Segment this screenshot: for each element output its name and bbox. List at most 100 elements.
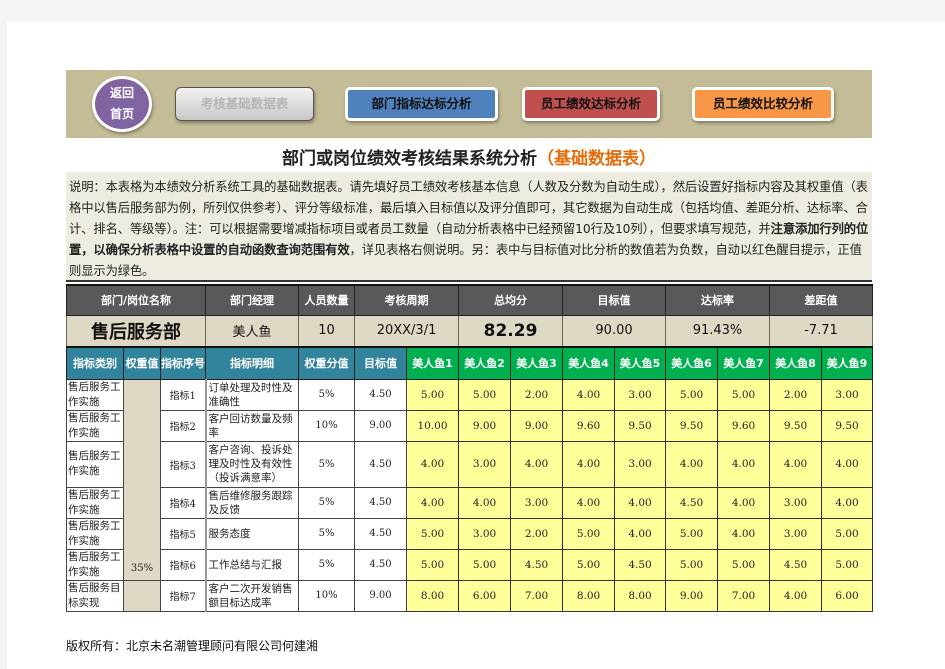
score-cell[interactable]: 4.00 <box>821 486 874 519</box>
weight-score-cell[interactable]: 10% <box>298 409 356 442</box>
category-cell[interactable]: 售后服务工作实施 <box>66 517 124 550</box>
weight-score-cell[interactable]: 10% <box>298 579 356 612</box>
score-cell[interactable]: 5.00 <box>665 517 719 550</box>
group-weight-cell[interactable] <box>123 579 161 612</box>
score-cell[interactable]: 4.00 <box>769 440 823 488</box>
score-cell[interactable]: 9.00 <box>665 579 719 612</box>
score-cell[interactable]: 4.00 <box>406 440 460 488</box>
score-cell[interactable]: 3.00 <box>614 378 667 411</box>
weight-score-cell[interactable]: 5% <box>298 548 356 581</box>
detail-cell[interactable]: 客户二次开发销售额目标达成率 <box>204 579 300 612</box>
score-cell[interactable]: 5.00 <box>717 378 771 411</box>
detail-cell[interactable]: 工作总结与汇报 <box>204 548 300 581</box>
basic-data-table-button[interactable]: 考核基础数据表 <box>175 87 314 121</box>
score-cell[interactable]: 2.00 <box>769 378 823 411</box>
score-cell[interactable]: 6.00 <box>458 579 512 612</box>
score-cell[interactable]: 9.50 <box>769 409 823 442</box>
score-cell[interactable]: 4.00 <box>614 517 667 550</box>
score-cell[interactable]: 9.50 <box>821 409 874 442</box>
score-cell[interactable]: 3.00 <box>769 517 823 550</box>
score-cell[interactable]: 9.60 <box>717 409 771 442</box>
score-cell[interactable]: 3.00 <box>458 440 512 488</box>
target-value-cell[interactable]: 9.00 <box>354 409 408 442</box>
score-cell[interactable]: 4.00 <box>562 486 616 519</box>
category-cell[interactable]: 售后服务工作实施 <box>66 409 124 442</box>
dept-target-analysis-button[interactable]: 部门指标达标分析 <box>345 87 498 121</box>
home-button[interactable]: 返回 首页 <box>92 76 152 132</box>
score-cell[interactable]: 3.00 <box>510 486 564 519</box>
score-cell[interactable]: 8.00 <box>614 579 667 612</box>
score-cell[interactable]: 5.00 <box>821 517 874 550</box>
score-cell[interactable]: 5.00 <box>717 548 771 581</box>
score-cell[interactable]: 5.00 <box>562 517 616 550</box>
weight-score-cell[interactable]: 5% <box>298 486 356 519</box>
score-cell[interactable]: 4.50 <box>665 486 719 519</box>
weight-score-cell[interactable]: 5% <box>298 440 356 488</box>
manager-cell[interactable]: 美人鱼 <box>205 314 300 348</box>
employee-compare-analysis-button[interactable]: 员工绩效比较分析 <box>692 87 834 121</box>
score-cell[interactable]: 2.00 <box>510 517 564 550</box>
score-cell[interactable]: 5.00 <box>406 548 460 581</box>
score-cell[interactable]: 7.00 <box>717 579 771 612</box>
score-cell[interactable]: 9.60 <box>562 409 616 442</box>
score-cell[interactable]: 3.00 <box>458 517 512 550</box>
score-cell[interactable]: 4.00 <box>717 517 771 550</box>
score-cell[interactable]: 4.00 <box>717 440 771 488</box>
score-cell[interactable]: 8.00 <box>406 579 460 612</box>
score-cell[interactable]: 5.00 <box>665 378 719 411</box>
dept-name-cell[interactable]: 售后服务部 <box>65 314 207 348</box>
score-cell[interactable]: 4.00 <box>614 486 667 519</box>
category-cell[interactable]: 售后服务目标实现 <box>66 579 124 612</box>
target-value-cell[interactable]: 4.50 <box>354 486 408 519</box>
category-cell[interactable]: 售后服务工作实施 <box>66 440 124 488</box>
weight-score-cell[interactable]: 5% <box>298 517 356 550</box>
detail-cell[interactable]: 服务态度 <box>204 517 300 550</box>
score-cell[interactable]: 4.00 <box>769 579 823 612</box>
target-value-cell[interactable]: 9.00 <box>354 579 408 612</box>
detail-cell[interactable]: 售后维修服务跟踪及反馈 <box>204 486 300 519</box>
score-cell[interactable]: 4.50 <box>769 548 823 581</box>
score-cell[interactable]: 4.00 <box>717 486 771 519</box>
score-cell[interactable]: 5.00 <box>562 548 616 581</box>
group-weight-cell[interactable]: 35% <box>123 378 161 581</box>
score-cell[interactable]: 5.00 <box>406 517 460 550</box>
category-cell[interactable]: 售后服务工作实施 <box>66 378 124 411</box>
score-cell[interactable]: 3.00 <box>614 440 667 488</box>
employee-target-analysis-button[interactable]: 员工绩效达标分析 <box>522 87 660 121</box>
score-cell[interactable]: 5.00 <box>821 548 874 581</box>
score-cell[interactable]: 6.00 <box>821 579 874 612</box>
score-cell[interactable]: 2.00 <box>510 378 564 411</box>
score-cell[interactable]: 3.00 <box>821 378 874 411</box>
detail-cell[interactable]: 客户回访数量及频率 <box>204 409 300 442</box>
score-cell[interactable]: 3.00 <box>769 486 823 519</box>
score-cell[interactable]: 4.00 <box>562 378 616 411</box>
score-cell[interactable]: 5.00 <box>458 378 512 411</box>
score-cell[interactable]: 8.00 <box>562 579 616 612</box>
score-cell[interactable]: 4.00 <box>458 486 512 519</box>
score-cell[interactable]: 9.50 <box>665 409 719 442</box>
score-cell[interactable]: 10.00 <box>406 409 460 442</box>
detail-cell[interactable]: 订单处理及时性及准确性 <box>204 378 300 411</box>
target-value-cell[interactable]: 4.50 <box>354 548 408 581</box>
score-cell[interactable]: 9.00 <box>458 409 512 442</box>
score-cell[interactable]: 5.00 <box>665 548 719 581</box>
period-cell[interactable]: 20XX/3/1 <box>354 314 460 348</box>
target-value-cell[interactable]: 4.50 <box>354 440 408 488</box>
score-cell[interactable]: 4.50 <box>614 548 667 581</box>
score-cell[interactable]: 4.50 <box>510 548 564 581</box>
score-cell[interactable]: 9.00 <box>510 409 564 442</box>
score-cell[interactable]: 4.00 <box>821 440 874 488</box>
category-cell[interactable]: 售后服务工作实施 <box>66 486 124 519</box>
score-cell[interactable]: 4.00 <box>562 440 616 488</box>
score-cell[interactable]: 7.00 <box>510 579 564 612</box>
score-cell[interactable]: 5.00 <box>458 548 512 581</box>
weight-score-cell[interactable]: 5% <box>298 378 356 411</box>
score-cell[interactable]: 9.50 <box>614 409 667 442</box>
detail-cell[interactable]: 客户咨询、投诉处理及时性及有效性（投诉满意率） <box>204 440 300 488</box>
target-value-cell[interactable]: 4.50 <box>354 517 408 550</box>
score-cell[interactable]: 4.00 <box>406 486 460 519</box>
score-cell[interactable]: 5.00 <box>406 378 460 411</box>
score-cell[interactable]: 4.00 <box>510 440 564 488</box>
target-value-cell[interactable]: 4.50 <box>354 378 408 411</box>
category-cell[interactable]: 售后服务工作实施 <box>66 548 124 581</box>
